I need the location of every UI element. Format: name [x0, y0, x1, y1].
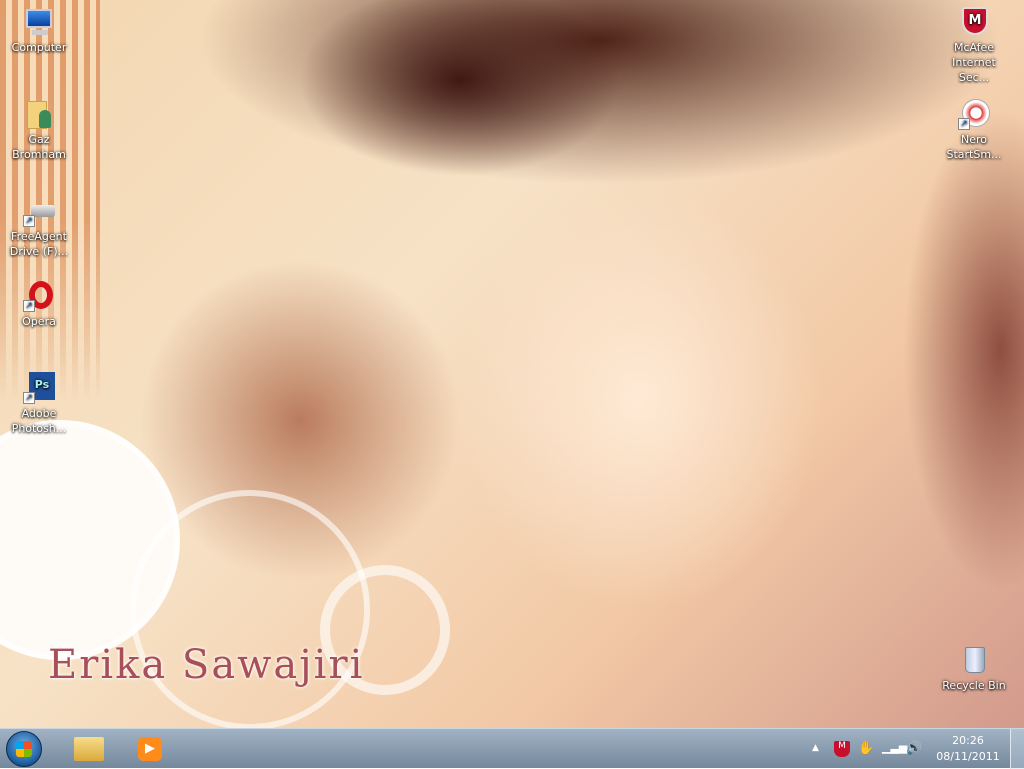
shortcut-arrow-icon: ↗ [23, 300, 35, 312]
desktop-icon-recycle-bin[interactable]: Recycle Bin [936, 644, 1012, 693]
volume-icon[interactable]: 🔊 [906, 741, 922, 756]
media-player-icon: ▶ [138, 737, 162, 761]
desktop-icon-user-folder[interactable]: Gaz Bromham [1, 98, 77, 162]
nero-icon: ↗ [958, 98, 990, 130]
computer-icon [23, 6, 55, 38]
recycle-bin-icon [958, 644, 990, 676]
clock-time: 20:26 [952, 734, 984, 747]
taskbar-explorer-button[interactable] [68, 732, 112, 766]
user-folder-icon [23, 98, 55, 130]
clock-date: 08/11/2011 [936, 750, 1000, 763]
desktop-icon-freeagent-drive[interactable]: ↗ FreeAgent Drive (F)... [1, 195, 77, 259]
clock[interactable]: 20:26 08/11/2011 [930, 733, 1006, 765]
show-hidden-icons-button[interactable]: ▲ [812, 743, 819, 753]
taskbar: ▶ ▲ M ✋ ▁▃▅ 🔊 20:26 08/11/2011 [0, 728, 1024, 769]
opera-icon: ↗ [23, 280, 55, 312]
folder-icon [74, 737, 104, 761]
shortcut-arrow-icon: ↗ [23, 392, 35, 404]
touch-hand-tray-icon[interactable]: ✋ [858, 741, 874, 756]
wallpaper-lettering: Erika Sawajiri [48, 642, 365, 688]
desktop-icon-computer[interactable]: Computer [1, 6, 77, 55]
desktop-icon-mcafee[interactable]: M McAfee Internet Sec... [936, 6, 1012, 85]
desktop-icon-opera[interactable]: ↗ Opera [1, 280, 77, 329]
start-button[interactable] [6, 731, 42, 767]
desktop-icon-nero[interactable]: ↗ Nero StartSm... [936, 98, 1012, 162]
show-desktop-button[interactable] [1010, 729, 1024, 769]
taskbar-media-player-button[interactable]: ▶ [128, 732, 172, 766]
desktop-icon-photoshop[interactable]: Ps ↗ Adobe Photosh... [1, 372, 77, 436]
network-signal-icon[interactable]: ▁▃▅ [882, 741, 907, 754]
desktop[interactable]: Erika Sawajiri Computer Gaz Bromham ↗ Fr… [0, 0, 1024, 728]
windows-logo-icon [16, 741, 32, 757]
mcafee-tray-icon[interactable]: M [834, 741, 850, 757]
mcafee-icon: M [958, 6, 990, 38]
photoshop-icon: Ps ↗ [23, 372, 55, 404]
shortcut-arrow-icon: ↗ [958, 118, 970, 130]
drive-icon: ↗ [23, 195, 55, 227]
shortcut-arrow-icon: ↗ [23, 215, 35, 227]
